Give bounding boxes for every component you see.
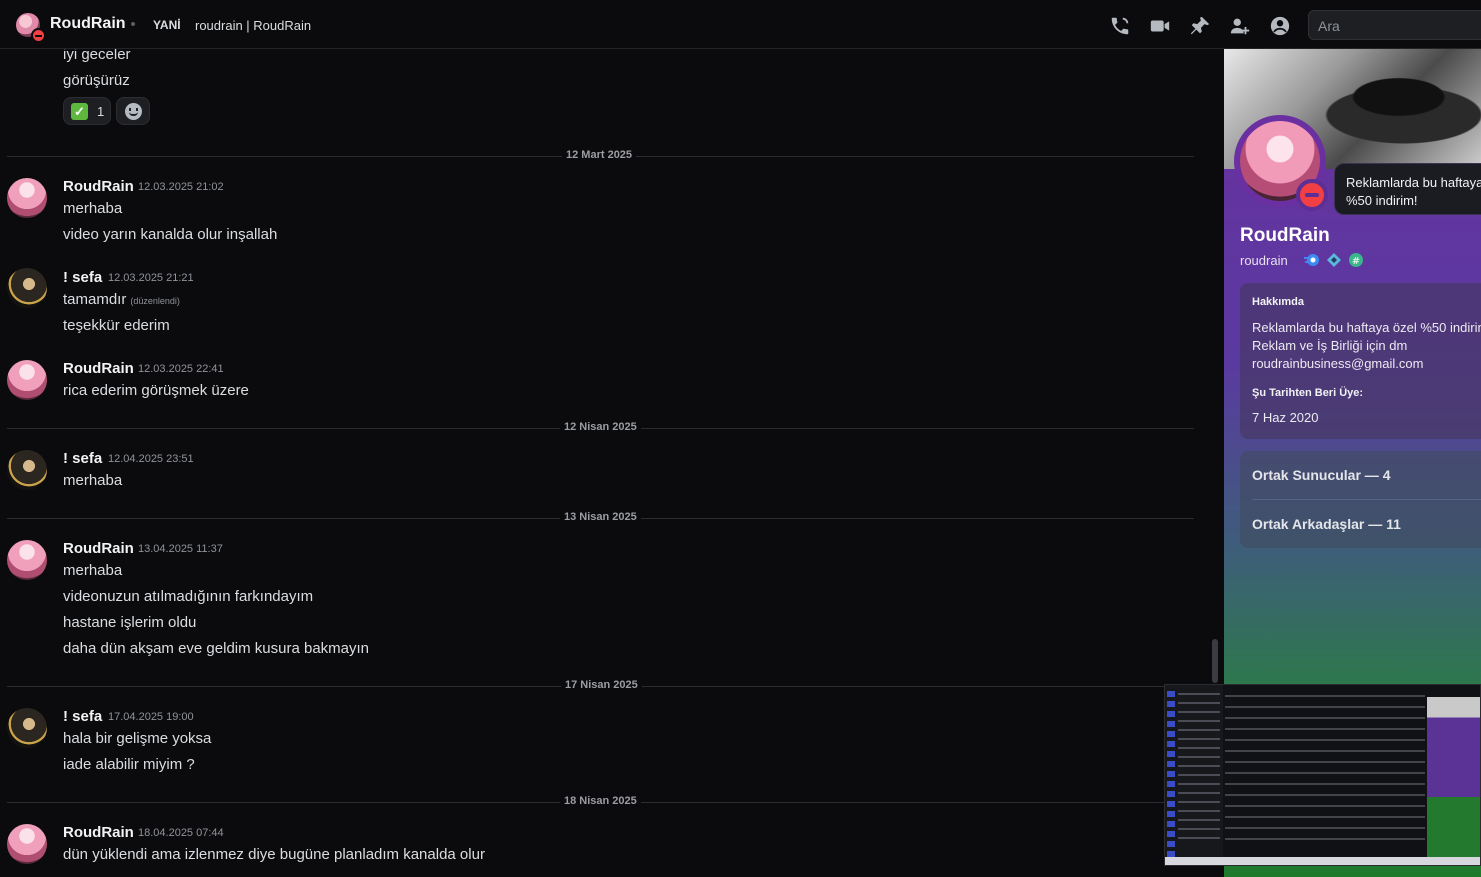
- message-text: teşekkür ederim: [63, 317, 170, 334]
- avatar[interactable]: [7, 268, 47, 308]
- message-text: tamamdır: [63, 291, 127, 308]
- user-profile-icon[interactable]: [1269, 15, 1291, 37]
- preview-server-list: [1167, 691, 1175, 861]
- mutual-friends-link[interactable]: Ortak Arkadaşlar — 11: [1252, 516, 1401, 532]
- member-since-date: 7 Haz 2020: [1252, 410, 1319, 425]
- divider: [1252, 499, 1481, 500]
- message-author[interactable]: RoudRain: [63, 540, 134, 557]
- message-text: merhaba: [63, 562, 123, 579]
- scrollbar-thumb[interactable]: [1212, 639, 1218, 683]
- pin-icon[interactable]: [1189, 15, 1211, 37]
- add-reaction-button[interactable]: [116, 97, 150, 125]
- about-heading: Hakkımda: [1252, 296, 1304, 308]
- mutual-servers-link[interactable]: Ortak Sunucular — 4: [1252, 467, 1390, 483]
- avatar[interactable]: [7, 824, 47, 864]
- edited-label: (düzenlendi): [130, 296, 180, 306]
- mutuals-card: Ortak Sunucular — 4 Ortak Arkadaşlar — 1…: [1240, 451, 1481, 548]
- date-divider-label: 17 Nisan 2025: [561, 679, 642, 691]
- message-timestamp: 18.04.2025 07:44: [138, 827, 224, 839]
- preview-channel-list: [1178, 693, 1220, 843]
- message-text: hastane işlerim oldu: [63, 614, 197, 631]
- quest-badge-icon[interactable]: #: [1348, 252, 1364, 268]
- custom-status-text: Reklamlarda bu haftaya özel %50 indirim!: [1346, 175, 1481, 208]
- server-tag[interactable]: YANİ: [153, 18, 181, 32]
- avatar[interactable]: [7, 360, 47, 400]
- message-list[interactable]: iyi geceler görüşürüz ✓ 1 12 Mart 2025 R…: [0, 49, 1224, 877]
- message-text: videonuzun atılmadığının farkındayım: [63, 588, 314, 605]
- boost-badge-icon[interactable]: [1326, 252, 1342, 268]
- preview-taskbar: [1165, 857, 1480, 865]
- message-author[interactable]: RoudRain: [63, 360, 134, 377]
- dm-recipient-name[interactable]: RoudRain: [50, 15, 126, 33]
- date-divider-label: 13 Nisan 2025: [560, 511, 641, 523]
- nitro-badge-icon[interactable]: [1304, 252, 1320, 268]
- dnd-status-icon: [1296, 179, 1328, 211]
- preview-profile: [1427, 697, 1480, 797]
- message-text: merhaba: [63, 472, 123, 489]
- date-divider-label: 18 Nisan 2025: [560, 795, 641, 807]
- avatar[interactable]: [7, 178, 47, 218]
- smile-icon: [125, 103, 142, 120]
- message-text: iyi geceler: [63, 49, 131, 63]
- message-author[interactable]: ! sefa: [63, 450, 102, 467]
- search-input[interactable]: Ara: [1308, 10, 1481, 40]
- message-timestamp: 12.03.2025 21:02: [138, 181, 224, 193]
- screen-share-preview[interactable]: [1164, 684, 1481, 866]
- message-author[interactable]: ! sefa: [63, 708, 102, 725]
- preview-profile-bottom: [1427, 797, 1480, 857]
- message-timestamp: 12.03.2025 22:41: [138, 363, 224, 375]
- message-text: daha dün akşam eve geldim kusura bakmayı…: [63, 640, 370, 657]
- avatar[interactable]: [7, 540, 47, 580]
- message-timestamp: 12.03.2025 21:21: [108, 272, 194, 284]
- message-text: rica ederim görüşmek üzere: [63, 382, 249, 399]
- dm-recipient-username: roudrain | RoudRain: [195, 18, 312, 33]
- about-line[interactable]: roudrainbusiness@gmail.com: [1252, 355, 1481, 373]
- message-text: tamamdır (düzenlendi): [63, 291, 180, 308]
- date-divider-label: 12 Mart 2025: [562, 149, 637, 161]
- message-author[interactable]: RoudRain: [63, 178, 134, 195]
- video-camera-icon[interactable]: [1149, 15, 1171, 37]
- separator-dot-icon: [131, 22, 135, 26]
- message-text: hala bir gelişme yoksa: [63, 730, 212, 747]
- about-line: Reklam ve İş Birliği için dm: [1252, 338, 1408, 353]
- message-author[interactable]: RoudRain: [63, 824, 134, 841]
- top-bar: RoudRain YANİ roudrain | RoudRain Ara: [0, 0, 1481, 49]
- add-friends-icon[interactable]: [1229, 15, 1251, 37]
- message-text: merhaba: [63, 200, 123, 217]
- reaction-count: 1: [97, 104, 105, 119]
- dnd-status-icon: [31, 28, 46, 43]
- message-text: iade alabilir miyim ?: [63, 756, 195, 773]
- profile-display-name: RoudRain: [1240, 225, 1330, 246]
- message-timestamp: 17.04.2025 19:00: [108, 711, 194, 723]
- about-me-card: Hakkımda Reklamlarda bu haftaya özel %50…: [1240, 283, 1481, 439]
- message-text: görüşürüz: [63, 72, 130, 89]
- checkmark-emoji-icon: ✓: [71, 103, 88, 120]
- svg-text:#: #: [1352, 256, 1360, 267]
- message-timestamp: 12.04.2025 23:51: [108, 453, 194, 465]
- message-text: video yarın kanalda olur inşallah: [63, 226, 278, 243]
- member-since-heading: Şu Tarihten Beri Üye:: [1252, 387, 1364, 399]
- search-placeholder: Ara: [1318, 18, 1340, 34]
- message-timestamp: 13.04.2025 11:37: [138, 543, 223, 555]
- preview-chat: [1225, 695, 1425, 845]
- message-author[interactable]: ! sefa: [63, 269, 102, 286]
- about-line: Reklamlarda bu haftaya özel %50 indirim!: [1252, 320, 1481, 335]
- avatar[interactable]: [7, 708, 47, 748]
- avatar[interactable]: [7, 450, 47, 490]
- custom-status-bubble: Reklamlarda bu haftaya özel %50 indirim!: [1334, 163, 1481, 215]
- message-text: dün yüklendi ama izlenmez diye bugüne pl…: [63, 846, 485, 863]
- profile-username: roudrain: [1240, 253, 1288, 268]
- date-divider-label: 12 Nisan 2025: [560, 421, 641, 433]
- phone-call-icon[interactable]: [1109, 15, 1131, 37]
- reaction-checkmark[interactable]: ✓ 1: [63, 97, 111, 125]
